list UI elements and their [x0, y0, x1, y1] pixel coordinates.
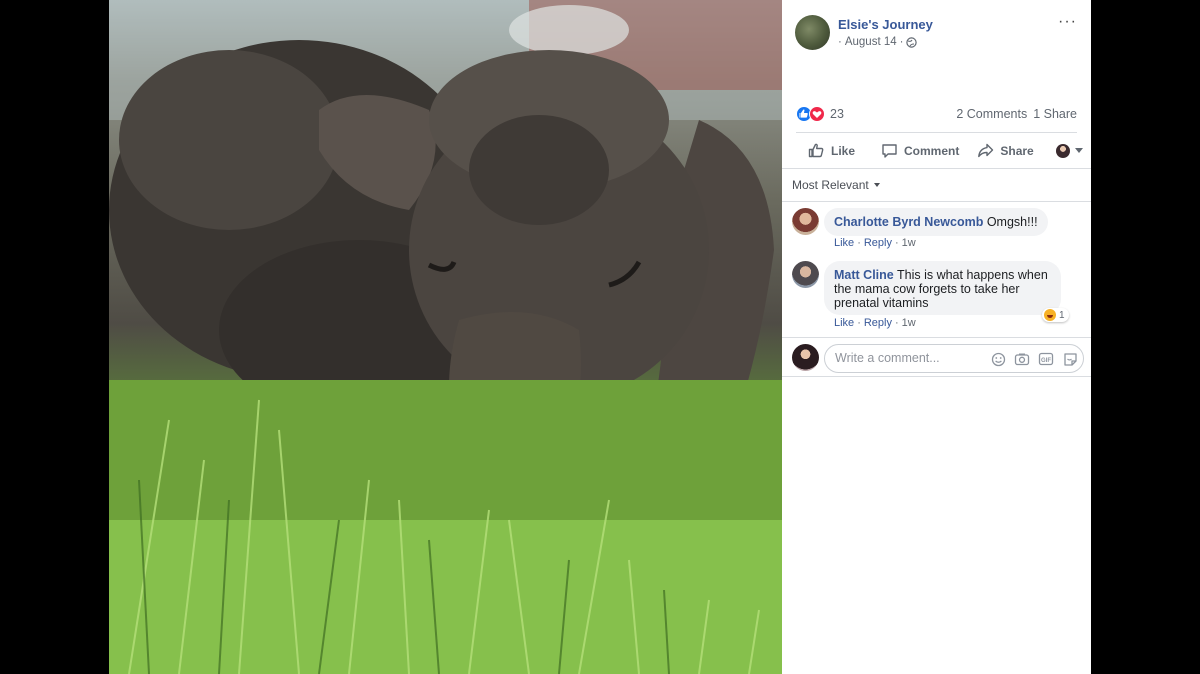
calf-photo-illustration: [109, 0, 782, 674]
comments-count-link[interactable]: 2 Comments: [956, 107, 1027, 121]
sort-label: Most Relevant: [792, 178, 869, 192]
comment-composer: GIF: [782, 337, 1091, 377]
share-button[interactable]: Share: [977, 142, 1034, 159]
comment-author-link[interactable]: Charlotte Byrd Newcomb: [834, 215, 983, 229]
comment-item: Matt Cline This is what happens when the…: [792, 261, 1081, 333]
camera-icon[interactable]: [1013, 351, 1031, 367]
post-date[interactable]: August 14: [845, 36, 897, 48]
separator: ·: [894, 237, 899, 249]
comment-item: Charlotte Byrd Newcomb Omgsh!!! Like · R…: [792, 208, 1081, 254]
gif-icon[interactable]: GIF: [1037, 351, 1055, 367]
comment-reply-link[interactable]: Reply: [864, 237, 892, 249]
page-avatar[interactable]: [795, 15, 830, 50]
engagement-counts: 2 Comments 1 Share: [956, 107, 1077, 121]
comment-bubble: Matt Cline This is what happens when the…: [824, 261, 1061, 315]
comment-label: Comment: [904, 143, 960, 158]
comment-like-link[interactable]: Like: [834, 237, 854, 249]
globe-icon: [906, 36, 918, 48]
current-user-avatar: [792, 344, 819, 371]
commenter-avatar[interactable]: [792, 208, 819, 235]
post-meta: · August 14 ·: [838, 36, 918, 48]
more-options-icon[interactable]: ···: [1058, 14, 1077, 30]
comment-author-link[interactable]: Matt Cline: [834, 268, 894, 282]
like-label: Like: [831, 143, 856, 158]
comment-icon: [881, 142, 898, 159]
share-arrow-icon: [977, 142, 994, 159]
comment-timestamp[interactable]: 1w: [902, 237, 916, 249]
comment-bubble: Charlotte Byrd Newcomb Omgsh!!!: [824, 208, 1048, 236]
comment-reaction-count: 1: [1059, 309, 1065, 321]
post-actions: Like Comment Share: [796, 132, 1083, 168]
separator: ·: [857, 237, 861, 249]
post-photo[interactable]: [109, 0, 782, 674]
reaction-identity-selector[interactable]: [1055, 143, 1083, 158]
haha-icon: [1044, 309, 1056, 321]
love-reaction-icon[interactable]: [809, 106, 825, 122]
comment-input[interactable]: [835, 351, 975, 365]
separator: ·: [857, 317, 861, 329]
caret-down-icon: [1074, 148, 1083, 153]
composer-tools: GIF: [989, 351, 1079, 367]
separator: ·: [894, 317, 899, 329]
commenter-avatar[interactable]: [792, 261, 819, 288]
comment-reaction-summary[interactable]: 1: [1042, 308, 1069, 322]
reactions-summary: 23 2 Comments 1 Share: [796, 104, 1077, 124]
meta-separator-2: ·: [899, 36, 904, 48]
reaction-count[interactable]: 23: [830, 107, 844, 121]
svg-text:GIF: GIF: [1041, 358, 1051, 364]
comment-actions: Like · Reply · 1w: [834, 317, 916, 329]
current-user-mini-avatar: [1055, 143, 1070, 158]
comment-text: Omgsh!!!: [986, 215, 1038, 229]
post-side-panel: Elsie's Journey · August 14 · ··· 23 2 C…: [782, 0, 1091, 674]
sticker-icon[interactable]: [1061, 351, 1079, 367]
like-button[interactable]: Like: [808, 142, 855, 159]
post-header: Elsie's Journey · August 14 · ···: [795, 14, 1091, 55]
comment-button[interactable]: Comment: [881, 142, 959, 159]
meta-separator: ·: [838, 36, 842, 48]
comment-reply-link[interactable]: Reply: [864, 317, 892, 329]
comment-timestamp[interactable]: 1w: [902, 317, 916, 329]
comment-like-link[interactable]: Like: [834, 317, 854, 329]
sort-caret-icon: [873, 183, 880, 187]
comment-sort-selector[interactable]: Most Relevant: [782, 168, 1091, 202]
comment-input-box[interactable]: GIF: [824, 344, 1084, 373]
share-label: Share: [1000, 143, 1034, 158]
page-name-link[interactable]: Elsie's Journey: [838, 17, 933, 32]
thumbs-up-icon: [808, 142, 825, 159]
shares-count-link[interactable]: 1 Share: [1033, 107, 1077, 121]
emoji-icon[interactable]: [989, 351, 1007, 367]
comment-actions: Like · Reply · 1w: [834, 237, 916, 249]
